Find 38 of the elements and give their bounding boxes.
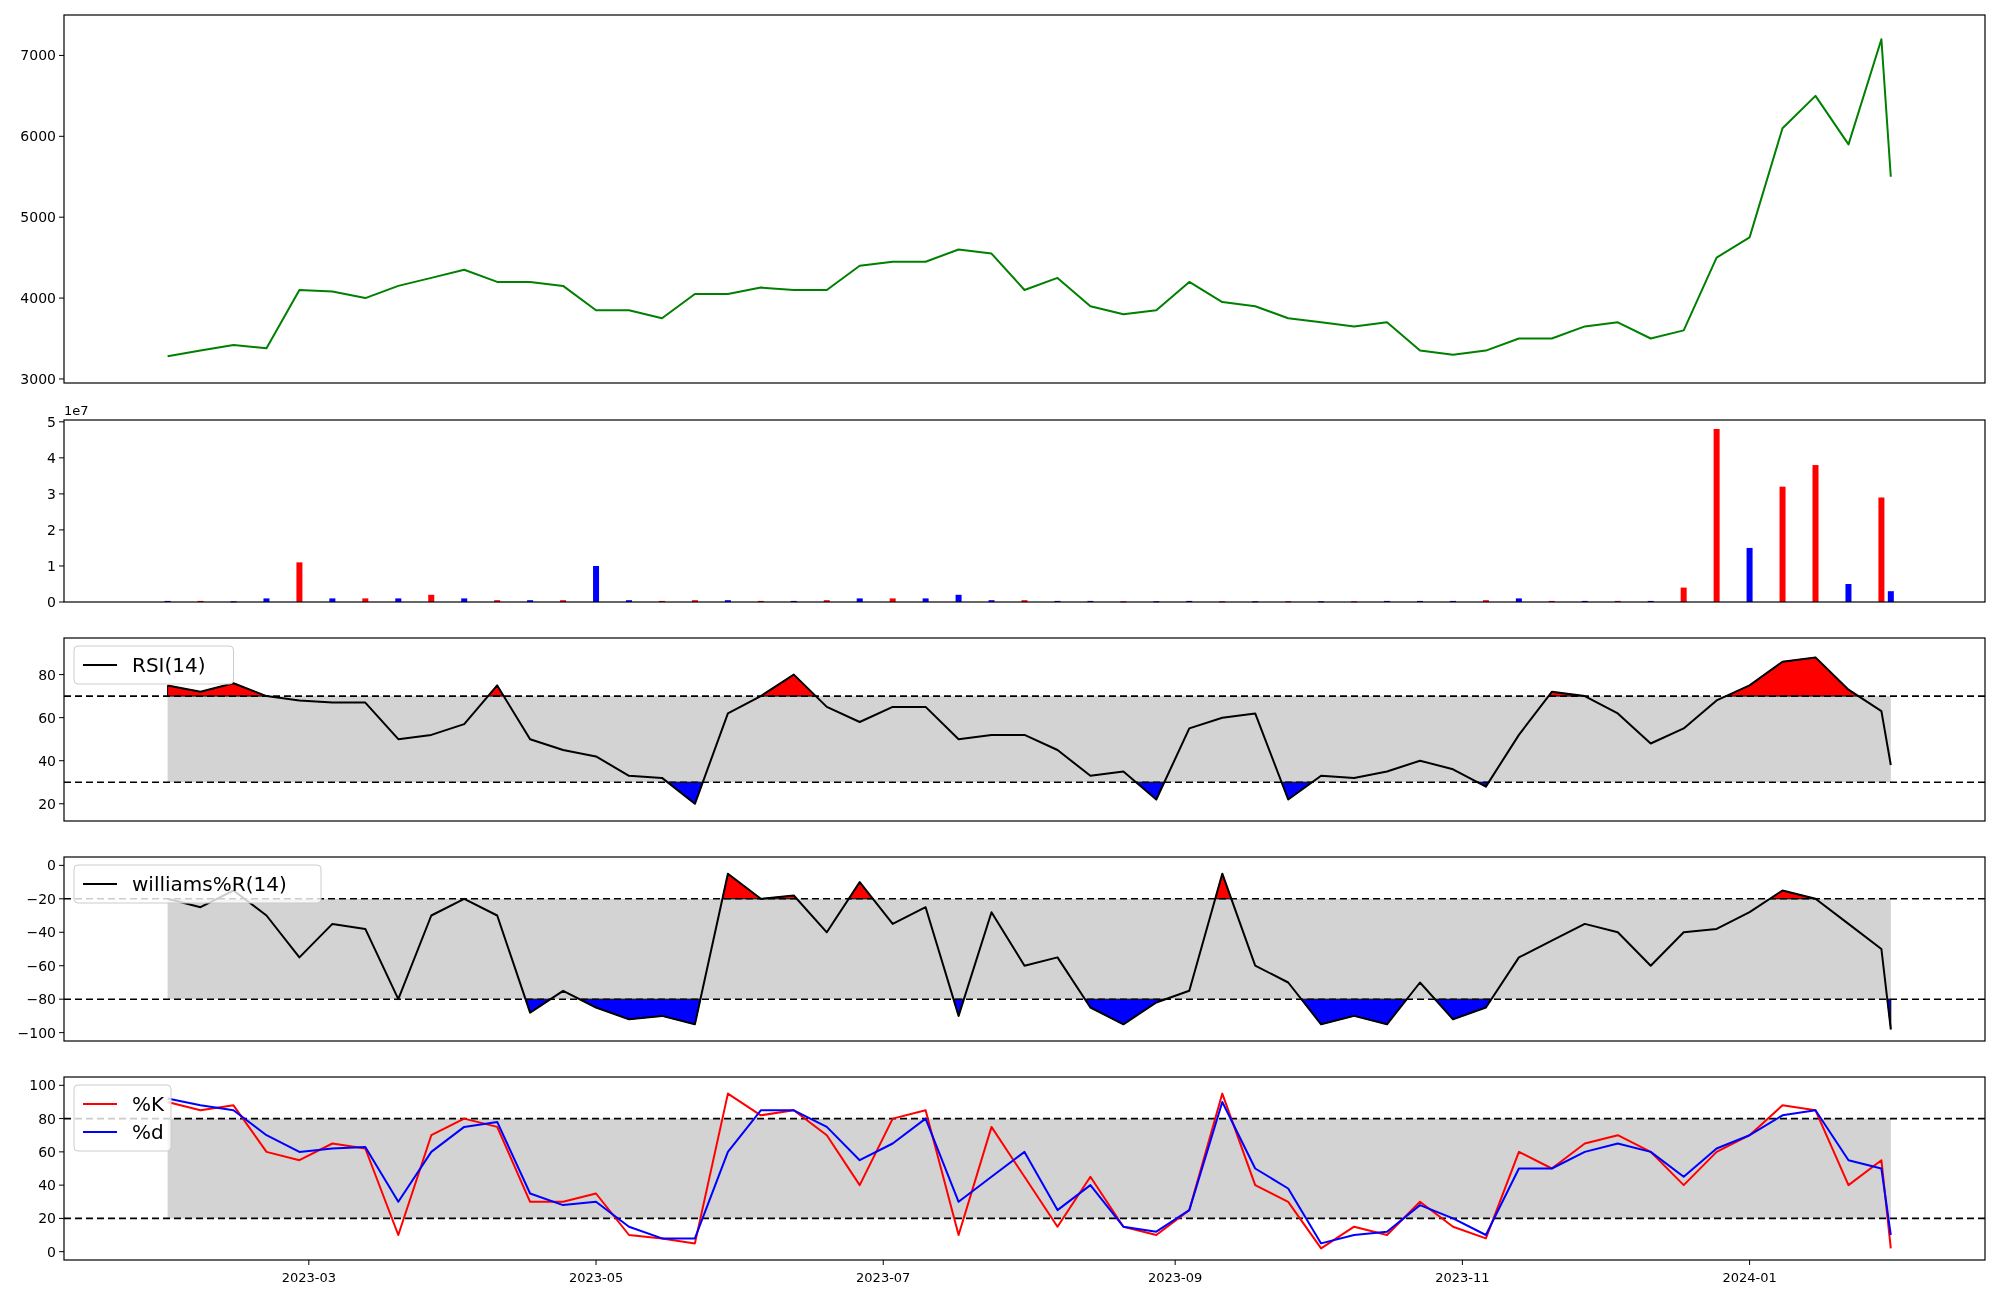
y-tick-label: 80 [38,1110,56,1127]
y-tick-label: 0 [47,594,56,610]
y-tick-label: 60 [38,1143,56,1160]
y-tick-label: 100 [29,1077,56,1094]
legend-label: %d [132,1120,164,1144]
y-tick-label: −20 [26,890,56,907]
x-tick-label: 2023-09 [1148,1270,1203,1285]
y-tick-label: 2 [47,521,56,538]
y-tick-label: 1 [47,557,56,574]
y-tick-label: 40 [38,1177,56,1194]
y-tick-label: 4 [47,449,56,466]
y-tick-label: 60 [38,709,56,726]
y-tick-label: −100 [17,1024,56,1041]
legend-label: RSI(14) [132,653,206,677]
y-tick-label: 0 [47,857,56,874]
axis-scale-label: 1e7 [64,403,89,418]
y-tick-label: 20 [38,1210,56,1227]
legend-label: williams%R(14) [132,872,287,896]
x-tick-label: 2023-07 [856,1270,911,1285]
y-tick-label: 3000 [20,370,56,387]
y-tick-label: 20 [38,795,56,812]
y-tick-label: −80 [26,991,56,1008]
y-tick-label: 4000 [20,290,56,307]
x-tick-label: 2023-11 [1435,1270,1490,1285]
x-tick-label: 2023-05 [568,1270,624,1285]
legend-label: %K [132,1092,165,1116]
y-tick-label: 5000 [20,209,56,226]
y-tick-label: 5 [47,413,56,430]
y-tick-label: 7000 [20,47,56,64]
y-tick-label: −60 [26,957,56,974]
x-tick-label: 2024-01 [1722,1270,1777,1285]
y-tick-label: 80 [38,666,56,683]
y-tick-label: 0 [47,1243,56,1260]
y-tick-label: 40 [38,752,56,769]
y-tick-label: 3 [47,485,56,502]
y-tick-label: 6000 [20,128,56,145]
x-tick-label: 2023-03 [281,1270,336,1285]
y-tick-label: −40 [26,924,56,941]
